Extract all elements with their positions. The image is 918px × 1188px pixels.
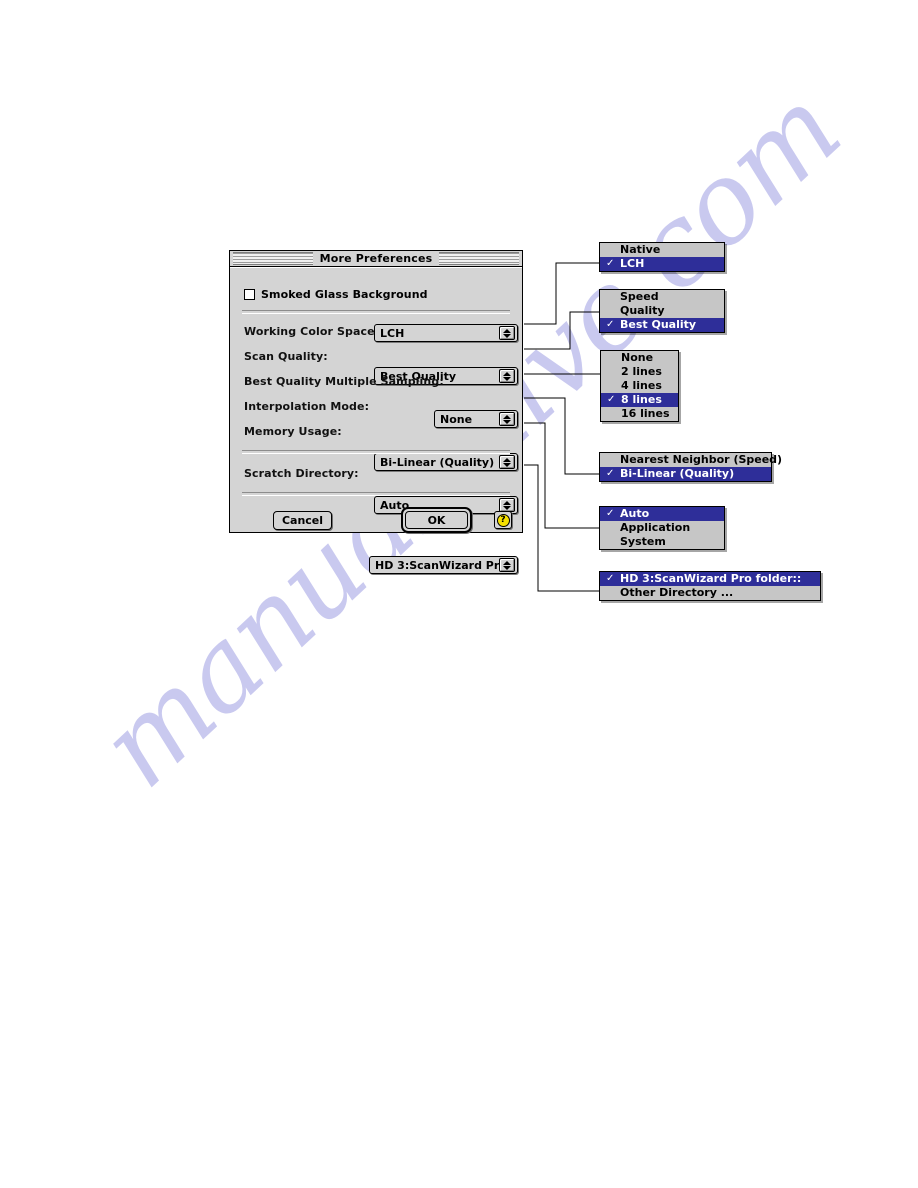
checkmark-icon: ✓ [606, 468, 615, 479]
checkmark-icon: ✓ [607, 394, 616, 405]
dialog-body: Smoked Glass Background Working Color Sp… [230, 267, 522, 574]
chevron-updown-icon[interactable] [499, 558, 515, 572]
leader-scan-quality [524, 311, 599, 350]
menu-item[interactable]: ✓ LCH [600, 257, 724, 271]
checkmark-icon: ✓ [606, 319, 615, 330]
separator-2 [242, 450, 510, 454]
menu-item[interactable]: 2 lines [601, 365, 678, 379]
menu-item-label: 4 lines [621, 379, 662, 392]
menu-item-label: Bi-Linear (Quality) [620, 467, 735, 480]
row-memory-usage: Memory Usage: [244, 425, 342, 438]
interpolation-mode-menu[interactable]: Nearest Neighbor (Speed) ✓ Bi-Linear (Qu… [599, 452, 782, 482]
menu-item-label: 2 lines [621, 365, 662, 378]
row-scratch-directory: Scratch Directory: [244, 467, 359, 480]
menu-item[interactable]: System [600, 535, 724, 549]
menu-item-label: None [621, 351, 654, 364]
label-working-color-space: Working Color Space: [244, 325, 380, 338]
smoked-glass-background-label: Smoked Glass Background [261, 288, 428, 301]
menu-item-label: HD 3:ScanWizard Pro folder:: [620, 572, 802, 585]
menu-item[interactable]: Nearest Neighbor (Speed) [600, 453, 782, 467]
menu-item-label: System [620, 535, 666, 548]
label-interpolation-mode: Interpolation Mode: [244, 400, 370, 413]
menu-item[interactable]: Application [600, 521, 724, 535]
leader-interpolation-mode [524, 397, 599, 475]
label-scan-quality: Scan Quality: [244, 350, 328, 363]
leader-working-color-space [524, 262, 599, 325]
row-working-color-space: Working Color Space: [244, 325, 379, 338]
checkmark-icon: ✓ [606, 508, 615, 519]
menu-item-label: 16 lines [621, 407, 670, 420]
label-scratch-directory: Scratch Directory: [244, 467, 359, 480]
separator-1 [242, 310, 510, 314]
label-memory-usage: Memory Usage: [244, 425, 342, 438]
leader-scratch-directory [524, 464, 599, 592]
menu-item-label: Best Quality [620, 318, 697, 331]
popup-scratch-directory[interactable]: HD 3:ScanWizard Pro... [369, 556, 518, 574]
chevron-updown-icon[interactable] [499, 412, 515, 426]
chevron-updown-icon[interactable] [499, 455, 515, 469]
titlebar-stripes-left [233, 252, 313, 265]
menu-item[interactable]: None [601, 351, 678, 365]
scan-quality-menu[interactable]: Speed Quality ✓ Best Quality [599, 289, 725, 333]
watermark: manualshive.com [76, 65, 864, 960]
scratch-directory-menu[interactable]: ✓ HD 3:ScanWizard Pro folder:: Other Dir… [599, 571, 821, 601]
help-button[interactable]: ? [494, 511, 512, 529]
working-color-space-menu[interactable]: Native ✓ LCH [599, 242, 725, 272]
popup-value-interpolation-mode: Bi-Linear (Quality) [380, 455, 495, 469]
menu-item[interactable]: ✓ Auto [600, 507, 724, 521]
popup-working-color-space[interactable]: LCH [374, 324, 518, 342]
question-mark-icon: ? [496, 513, 510, 527]
popup-value-scratch-directory: HD 3:ScanWizard Pro... [375, 558, 499, 572]
menu-item[interactable]: ✓ 8 lines [601, 393, 678, 407]
row-scan-quality: Scan Quality: [244, 350, 328, 363]
row-multiple-sampling: Best Quality Multiple Sampling: [244, 375, 444, 388]
menu-item[interactable]: 16 lines [601, 407, 678, 421]
checkmark-icon: ✓ [606, 573, 615, 584]
multiple-sampling-menu[interactable]: None 2 lines 4 lines ✓ 8 lines 16 lines [600, 350, 679, 422]
menu-item-label: Speed [620, 290, 659, 303]
dialog-title: More Preferences [319, 252, 433, 265]
menu-item-label: 8 lines [621, 393, 662, 406]
smoked-glass-background-checkbox[interactable] [244, 289, 255, 300]
cancel-button[interactable]: Cancel [273, 511, 332, 530]
popup-value-working-color-space: LCH [380, 326, 405, 340]
menu-item-label: Other Directory ... [620, 586, 734, 599]
chevron-updown-icon[interactable] [499, 326, 515, 340]
menu-item-label: Nearest Neighbor (Speed) [620, 453, 783, 466]
menu-item[interactable]: Speed [600, 290, 724, 304]
menu-item-label: Application [620, 521, 691, 534]
menu-item[interactable]: ✓ HD 3:ScanWizard Pro folder:: [600, 572, 820, 586]
ok-button-label: OK [427, 513, 446, 527]
popup-value-multiple-sampling: None [440, 412, 473, 426]
menu-item-label: LCH [620, 257, 645, 270]
dialog-titlebar[interactable]: More Preferences [230, 251, 522, 267]
leader-memory-usage [524, 422, 599, 529]
popup-interpolation-mode[interactable]: Bi-Linear (Quality) [374, 453, 518, 471]
menu-item[interactable]: 4 lines [601, 379, 678, 393]
ok-button[interactable]: OK [401, 507, 472, 533]
chevron-updown-icon[interactable] [499, 369, 515, 383]
checkmark-icon: ✓ [606, 258, 615, 269]
memory-usage-menu[interactable]: ✓ Auto Application System [599, 506, 725, 550]
menu-item-label: Native [620, 243, 661, 256]
chevron-updown-icon[interactable] [499, 498, 515, 512]
more-preferences-dialog[interactable]: More Preferences Smoked Glass Background… [229, 250, 523, 574]
menu-item[interactable]: Quality [600, 304, 724, 318]
row-interpolation-mode: Interpolation Mode: [244, 400, 369, 413]
menu-item[interactable]: Native [600, 243, 724, 257]
menu-item[interactable]: Other Directory ... [600, 586, 820, 600]
smoked-glass-background-row[interactable]: Smoked Glass Background [244, 288, 428, 301]
menu-item-label: Auto [620, 507, 650, 520]
menu-item-label: Quality [620, 304, 665, 317]
label-multiple-sampling: Best Quality Multiple Sampling: [244, 375, 444, 388]
menu-item[interactable]: ✓ Best Quality [600, 318, 724, 332]
separator-3 [242, 492, 510, 496]
cancel-button-label: Cancel [281, 514, 324, 527]
titlebar-stripes-right [439, 252, 520, 265]
popup-multiple-sampling[interactable]: None [434, 410, 518, 428]
menu-item[interactable]: ✓ Bi-Linear (Quality) [600, 467, 771, 481]
